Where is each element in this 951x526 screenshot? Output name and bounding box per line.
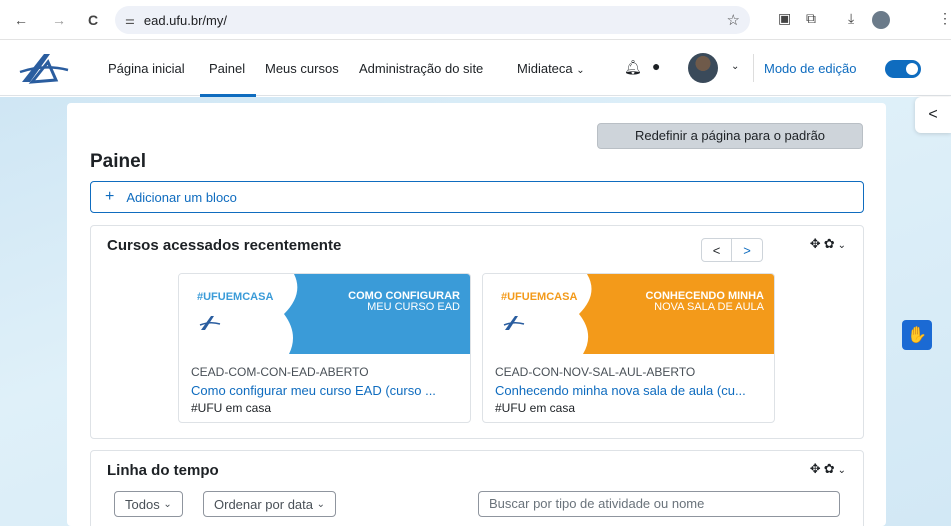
timeline-block: Linha do tempo ✥✿⌄ Todos ⌄ Ordenar por d…: [90, 450, 864, 526]
chevron-down-icon[interactable]: ⌄: [838, 240, 849, 251]
prev-page-button[interactable]: <: [701, 238, 732, 262]
notification-bell-icon[interactable]: 🔔︎: [624, 59, 642, 76]
url-text: ead.ufu.br/my/: [143, 12, 227, 28]
drawer-toggle-button[interactable]: <: [915, 97, 951, 133]
move-icon[interactable]: ✥: [810, 461, 824, 476]
block-controls: ✥✿⌄: [810, 461, 849, 477]
page-title: Painel: [90, 151, 146, 172]
gear-icon[interactable]: ✿: [824, 236, 838, 251]
chevron-down-icon: ⌄: [576, 65, 585, 76]
chevron-down-icon: ⌄: [163, 498, 172, 510]
ufu-logo-icon: [503, 316, 525, 330]
course-card[interactable]: #UFUEMCASA CONHECENDO MINHA NOVA SALA DE…: [482, 273, 775, 423]
course-category: CEAD-COM-CON-EAD-ABERTO: [191, 365, 369, 379]
course-category: CEAD-CON-NOV-SAL-AUL-ABERTO: [495, 365, 696, 379]
vlibras-accessibility-icon[interactable]: ✋: [902, 320, 932, 350]
block-title: Cursos acessados recentemente: [107, 237, 342, 254]
nav-home[interactable]: Página inicial: [108, 61, 185, 76]
extension-icon[interactable]: ▣: [778, 10, 791, 27]
course-subtitle: #UFU em casa: [495, 401, 576, 415]
bookmark-star-icon[interactable]: ☆: [727, 11, 740, 29]
reload-icon[interactable]: C: [82, 9, 104, 31]
edit-mode-label: Modo de edição: [764, 61, 857, 76]
chevron-down-icon[interactable]: ⌄: [838, 465, 849, 476]
recent-courses-block: Cursos acessados recentemente < > ✥✿⌄ #U…: [90, 225, 864, 439]
edit-mode-toggle[interactable]: [885, 60, 921, 78]
nav-site-admin[interactable]: Administração do site: [359, 61, 483, 76]
back-icon[interactable]: ←: [10, 9, 32, 31]
banner-shape: [579, 274, 774, 354]
course-card[interactable]: #UFUEMCASA COMO CONFIGURAR MEU CURSO EAD…: [178, 273, 471, 423]
profile-avatar-icon[interactable]: [872, 11, 890, 29]
nav-my-courses[interactable]: Meus cursos: [265, 61, 339, 76]
course-banner: #UFUEMCASA CONHECENDO MINHA NOVA SALA DE…: [483, 274, 774, 354]
reset-page-button[interactable]: Redefinir a página para o padrão: [597, 123, 863, 149]
download-icon[interactable]: ⤓: [848, 10, 854, 27]
move-icon[interactable]: ✥: [810, 236, 824, 251]
timeline-sort-select[interactable]: Ordenar por data ⌄: [203, 491, 337, 517]
course-tag: #UFUEMCASA: [501, 291, 578, 303]
course-headline: COMO CONFIGURAR MEU CURSO EAD: [348, 290, 460, 313]
ufu-logo-icon: [199, 316, 221, 330]
user-menu-chevron-icon[interactable]: ⌄: [731, 61, 739, 72]
banner-shape: [284, 274, 470, 354]
navbar-divider: [753, 54, 754, 82]
course-name-link[interactable]: Como configurar meu curso EAD (curso ...: [191, 383, 436, 398]
course-pager: < >: [701, 238, 763, 262]
add-block-label: Adicionar um bloco: [126, 189, 237, 205]
next-page-button[interactable]: >: [732, 238, 763, 262]
site-navbar: Página inicial Painel Meus cursos Admini…: [0, 40, 951, 97]
timeline-filter-select[interactable]: Todos ⌄: [114, 491, 183, 517]
course-image[interactable]: #UFUEMCASA CONHECENDO MINHA NOVA SALA DE…: [483, 274, 774, 354]
puzzle-icon[interactable]: ⧉: [806, 10, 816, 27]
course-subtitle: #UFU em casa: [191, 401, 272, 415]
course-headline: CONHECENDO MINHA NOVA SALA DE AULA: [645, 290, 764, 313]
course-image[interactable]: #UFUEMCASA COMO CONFIGURAR MEU CURSO EAD: [179, 274, 470, 354]
course-banner: #UFUEMCASA COMO CONFIGURAR MEU CURSO EAD: [179, 274, 470, 354]
chevron-down-icon: ⌄: [316, 498, 326, 510]
course-tag: #UFUEMCASA: [197, 291, 274, 303]
gear-icon[interactable]: ✿: [824, 461, 838, 476]
browser-toolbar: ← → C ⚌ ead.ufu.br/my/ ☆ ▣ ⧉ ⤓ ⋮: [0, 0, 951, 40]
add-block-button[interactable]: + Adicionar um bloco: [90, 181, 864, 213]
nav-dashboard[interactable]: Painel: [209, 61, 245, 76]
timeline-search-input[interactable]: Buscar por tipo de atividade ou nome: [478, 491, 840, 517]
block-controls: ✥✿⌄: [810, 236, 849, 252]
chevron-left-icon: <: [928, 106, 938, 123]
messages-icon[interactable]: ●: [652, 58, 660, 74]
forward-icon[interactable]: →: [48, 9, 70, 31]
menu-dots-icon[interactable]: ⋮: [938, 10, 951, 27]
course-name-link[interactable]: Conhecendo minha nova sala de aula (cu..…: [495, 383, 746, 398]
address-bar[interactable]: ⚌ ead.ufu.br/my/ ☆: [115, 6, 750, 34]
plus-icon: +: [105, 188, 115, 205]
user-avatar[interactable]: [688, 53, 718, 83]
block-title: Linha do tempo: [107, 462, 219, 479]
ufu-logo-icon[interactable]: [18, 50, 70, 86]
site-settings-icon[interactable]: ⚌: [125, 14, 135, 27]
nav-media-library[interactable]: Midiateca ⌄: [517, 61, 585, 76]
